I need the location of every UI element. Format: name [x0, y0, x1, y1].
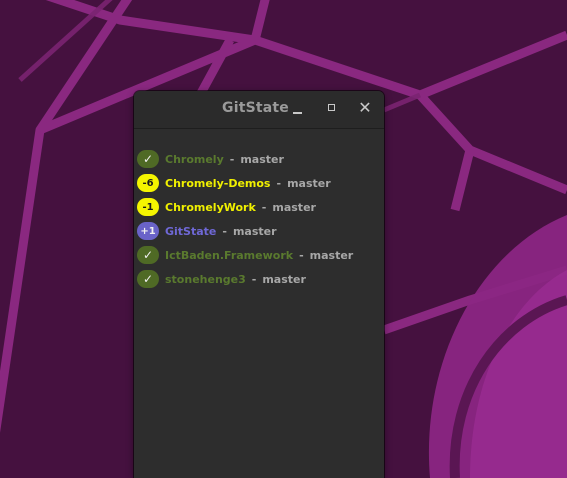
repository-list: ✓ Chromely - master -6 Chromely-Demos - … — [137, 147, 381, 291]
status-badge: +1 — [137, 222, 159, 240]
maximize-icon — [328, 104, 335, 111]
repo-name: Chromely-Demos — [165, 176, 271, 190]
repo-row-chromelywork[interactable]: -1 ChromelyWork - master — [137, 195, 381, 219]
separator: - — [229, 152, 235, 166]
repo-name: stonehenge3 — [165, 272, 246, 286]
status-badge: ✓ — [137, 150, 159, 168]
minimize-button[interactable] — [289, 100, 307, 118]
repo-row-stonehenge3[interactable]: ✓ stonehenge3 - master — [137, 267, 381, 291]
repo-name: ChromelyWork — [165, 200, 256, 214]
title-bar[interactable]: GitState ✕ — [134, 91, 384, 129]
status-badge: ✓ — [137, 270, 159, 288]
maximize-button[interactable] — [323, 100, 341, 118]
close-icon: ✕ — [358, 98, 372, 117]
branch-name: master — [262, 272, 306, 286]
separator: - — [222, 224, 227, 238]
separator: - — [251, 272, 257, 286]
desktop: GitState ✕ ✓ Chromely - master -6 Chrome… — [0, 0, 567, 478]
status-badge: ✓ — [137, 246, 159, 264]
separator: - — [261, 200, 267, 214]
repo-row-gitstate[interactable]: +1 GitState - master — [137, 219, 381, 243]
status-badge: -1 — [137, 198, 159, 216]
repo-row-chromely[interactable]: ✓ Chromely - master — [137, 147, 381, 171]
branch-name: master — [272, 200, 316, 214]
separator: - — [276, 176, 282, 190]
branch-name: master — [309, 248, 354, 262]
repo-row-ictbaden-framework[interactable]: ✓ IctBaden.Framework - master — [137, 243, 381, 267]
branch-name: master — [240, 152, 284, 166]
branch-name: master — [287, 176, 331, 190]
repo-name: Chromely — [165, 152, 224, 166]
minimize-icon — [293, 112, 302, 114]
window-title: GitState — [222, 100, 289, 116]
status-badge: -6 — [137, 174, 159, 192]
close-button[interactable]: ✕ — [356, 98, 374, 118]
repo-name: GitState — [165, 224, 217, 238]
repo-name: IctBaden.Framework — [165, 248, 294, 262]
gitstate-window: GitState ✕ ✓ Chromely - master -6 Chrome… — [134, 91, 384, 478]
separator: - — [299, 248, 304, 262]
repo-row-chromely-demos[interactable]: -6 Chromely-Demos - master — [137, 171, 381, 195]
branch-name: master — [232, 224, 277, 238]
